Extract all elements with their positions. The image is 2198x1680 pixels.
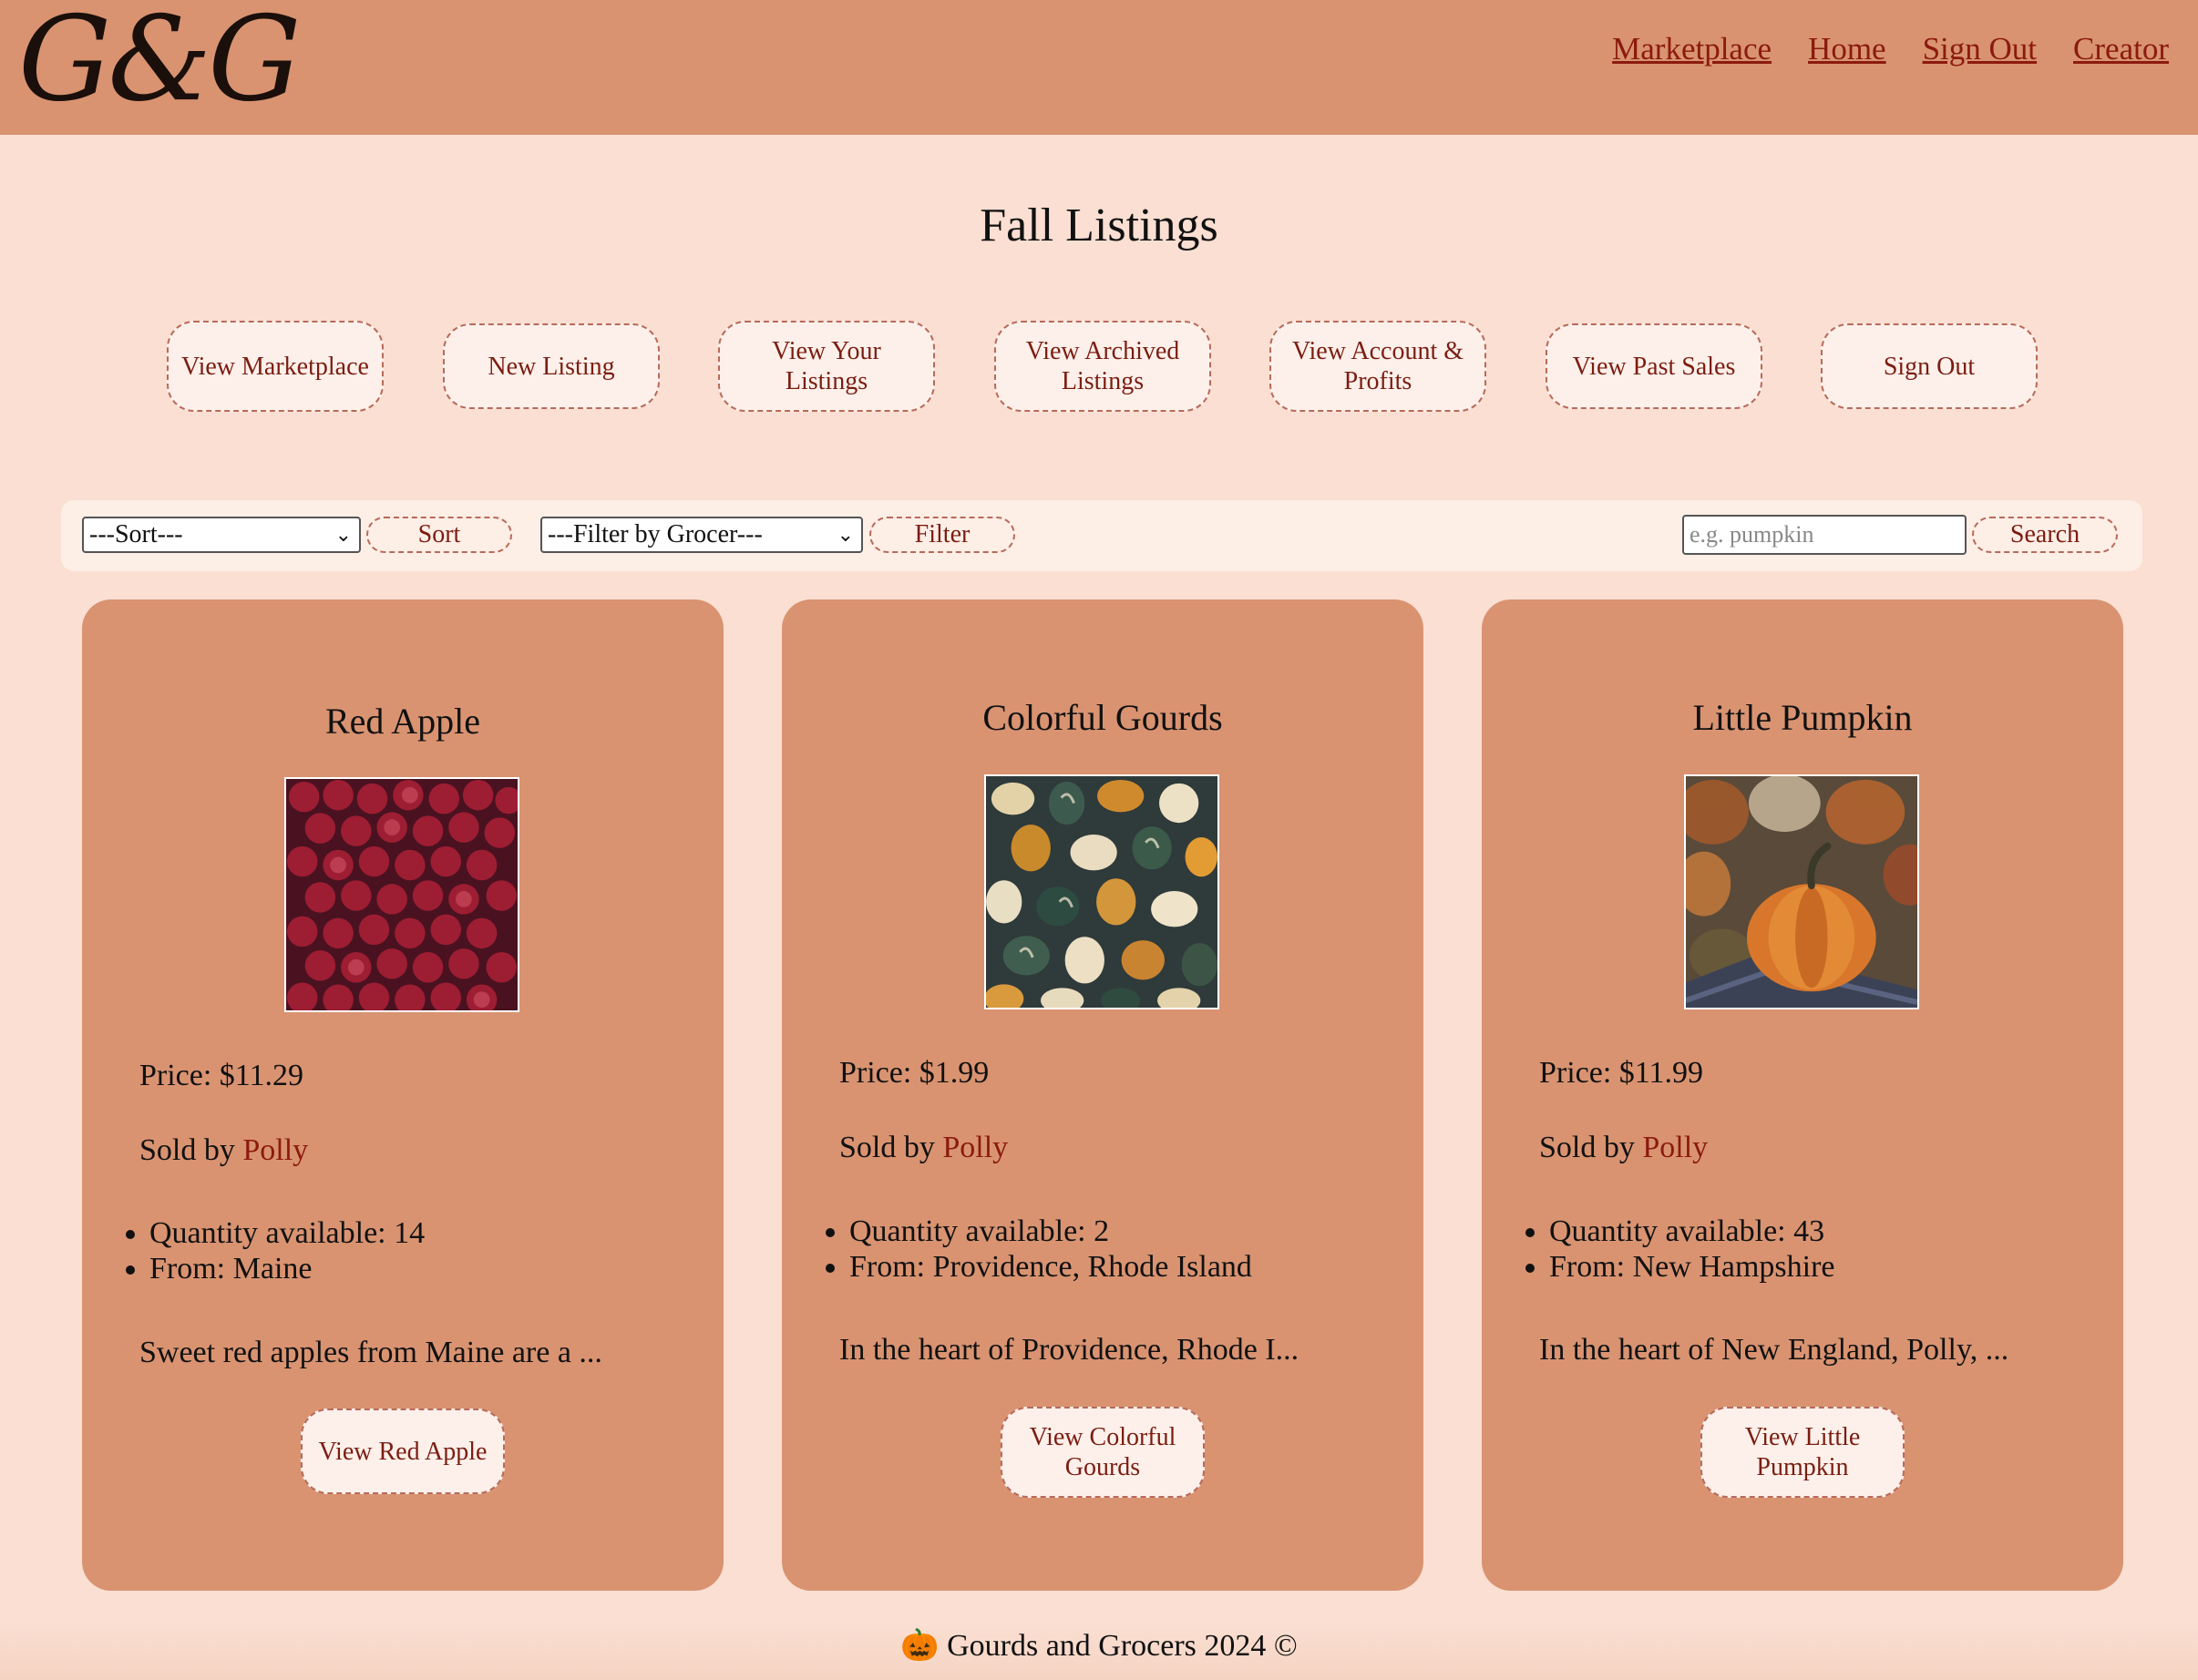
- sort-button[interactable]: Sort: [366, 517, 512, 553]
- listing-price: Price: $11.99: [1539, 1056, 1704, 1090]
- view-past-sales-button[interactable]: View Past Sales: [1546, 323, 1762, 409]
- view-colorful-gourds-button[interactable]: View Colorful Gourds: [1001, 1407, 1205, 1498]
- seller-link[interactable]: Polly: [942, 1131, 1008, 1164]
- listing-title: Red Apple: [325, 701, 480, 742]
- search-button[interactable]: Search: [1972, 517, 2118, 553]
- red-apples-photo: [286, 779, 518, 1010]
- origin-item: From: New Hampshire: [1549, 1249, 1835, 1285]
- chevron-down-icon: ⌄: [837, 523, 854, 546]
- new-listing-button[interactable]: New Listing: [443, 323, 660, 409]
- view-marketplace-button[interactable]: View Marketplace: [167, 321, 384, 412]
- listing-price: Price: $11.29: [139, 1059, 304, 1092]
- listing-description: Sweet red apples from Maine are a ...: [139, 1336, 602, 1369]
- search-input[interactable]: [1682, 515, 1967, 555]
- sign-out-button[interactable]: Sign Out: [1821, 323, 2038, 409]
- quantity-item: Quantity available: 14: [149, 1215, 425, 1251]
- view-red-apple-button[interactable]: View Red Apple: [301, 1409, 505, 1494]
- nav-home-link[interactable]: Home: [1808, 31, 1886, 67]
- view-your-listings-button[interactable]: View Your Listings: [718, 321, 935, 412]
- listing-description: In the heart of New England, Polly, ...: [1539, 1333, 2009, 1367]
- listing-seller-line: Sold by Polly: [839, 1131, 1008, 1165]
- listing-details: Quantity available: 14 From: Maine: [100, 1215, 425, 1286]
- logo[interactable]: G&G: [18, 0, 301, 124]
- view-account-profits-button[interactable]: View Account & Profits: [1269, 321, 1486, 412]
- little-pumpkin-image: [1684, 774, 1919, 1009]
- colorful-gourds-image: [984, 774, 1219, 1009]
- quantity-item: Quantity available: 2: [849, 1214, 1252, 1249]
- sold-by-label: Sold by: [139, 1133, 243, 1167]
- view-archived-listings-button[interactable]: View Archived Listings: [994, 321, 1211, 412]
- listing-title: Little Pumpkin: [1692, 697, 1913, 738]
- listing-details: Quantity available: 2 From: Providence, …: [800, 1214, 1252, 1285]
- listing-card-little-pumpkin: Little Pumpkin Price: $11.99 Sold by Pol…: [1482, 599, 2123, 1591]
- top-nav: Marketplace Home Sign Out Creator: [1612, 31, 2169, 67]
- little-pumpkin-photo: [1686, 776, 1917, 1008]
- header: G&G Marketplace Home Sign Out Creator: [0, 0, 2198, 135]
- origin-item: From: Providence, Rhode Island: [849, 1249, 1252, 1285]
- listing-description: In the heart of Providence, Rhode I...: [839, 1333, 1299, 1367]
- filter-button[interactable]: Filter: [869, 517, 1015, 553]
- chevron-down-icon: ⌄: [334, 523, 352, 546]
- view-little-pumpkin-button[interactable]: View Little Pumpkin: [1700, 1407, 1905, 1498]
- listing-details: Quantity available: 43 From: New Hampshi…: [1500, 1214, 1835, 1285]
- sold-by-label: Sold by: [839, 1131, 943, 1164]
- red-apples-image: [284, 777, 519, 1012]
- nav-marketplace-link[interactable]: Marketplace: [1612, 31, 1772, 67]
- listing-title: Colorful Gourds: [982, 697, 1223, 738]
- listing-price: Price: $1.99: [839, 1056, 990, 1090]
- nav-creator-link[interactable]: Creator: [2073, 31, 2169, 67]
- origin-item: From: Maine: [149, 1251, 425, 1286]
- grocer-filter-value: ---Filter by Grocer---: [548, 520, 763, 548]
- seller-link[interactable]: Polly: [242, 1133, 308, 1167]
- sort-select[interactable]: ---Sort--- ⌄: [82, 517, 361, 553]
- sort-select-value: ---Sort---: [89, 520, 183, 548]
- colorful-gourds-photo: [986, 776, 1217, 1008]
- seller-link[interactable]: Polly: [1642, 1131, 1708, 1164]
- listing-card-colorful-gourds: Colorful Gourds Price: $1.99 Sold by Pol…: [782, 599, 1423, 1591]
- page-title: Fall Listings: [980, 200, 1218, 251]
- listing-seller-line: Sold by Polly: [139, 1133, 308, 1168]
- listing-card-red-apple: Red Apple Price: $11.29 Sold by Polly Qu…: [82, 599, 724, 1591]
- sold-by-label: Sold by: [1539, 1131, 1643, 1164]
- nav-sign-out-link[interactable]: Sign Out: [1923, 31, 2037, 67]
- quantity-item: Quantity available: 43: [1549, 1214, 1835, 1249]
- listing-seller-line: Sold by Polly: [1539, 1131, 1708, 1165]
- grocer-filter-select[interactable]: ---Filter by Grocer--- ⌄: [540, 517, 863, 553]
- footer: 🎃 Gourds and Grocers 2024 ©: [0, 1624, 2198, 1680]
